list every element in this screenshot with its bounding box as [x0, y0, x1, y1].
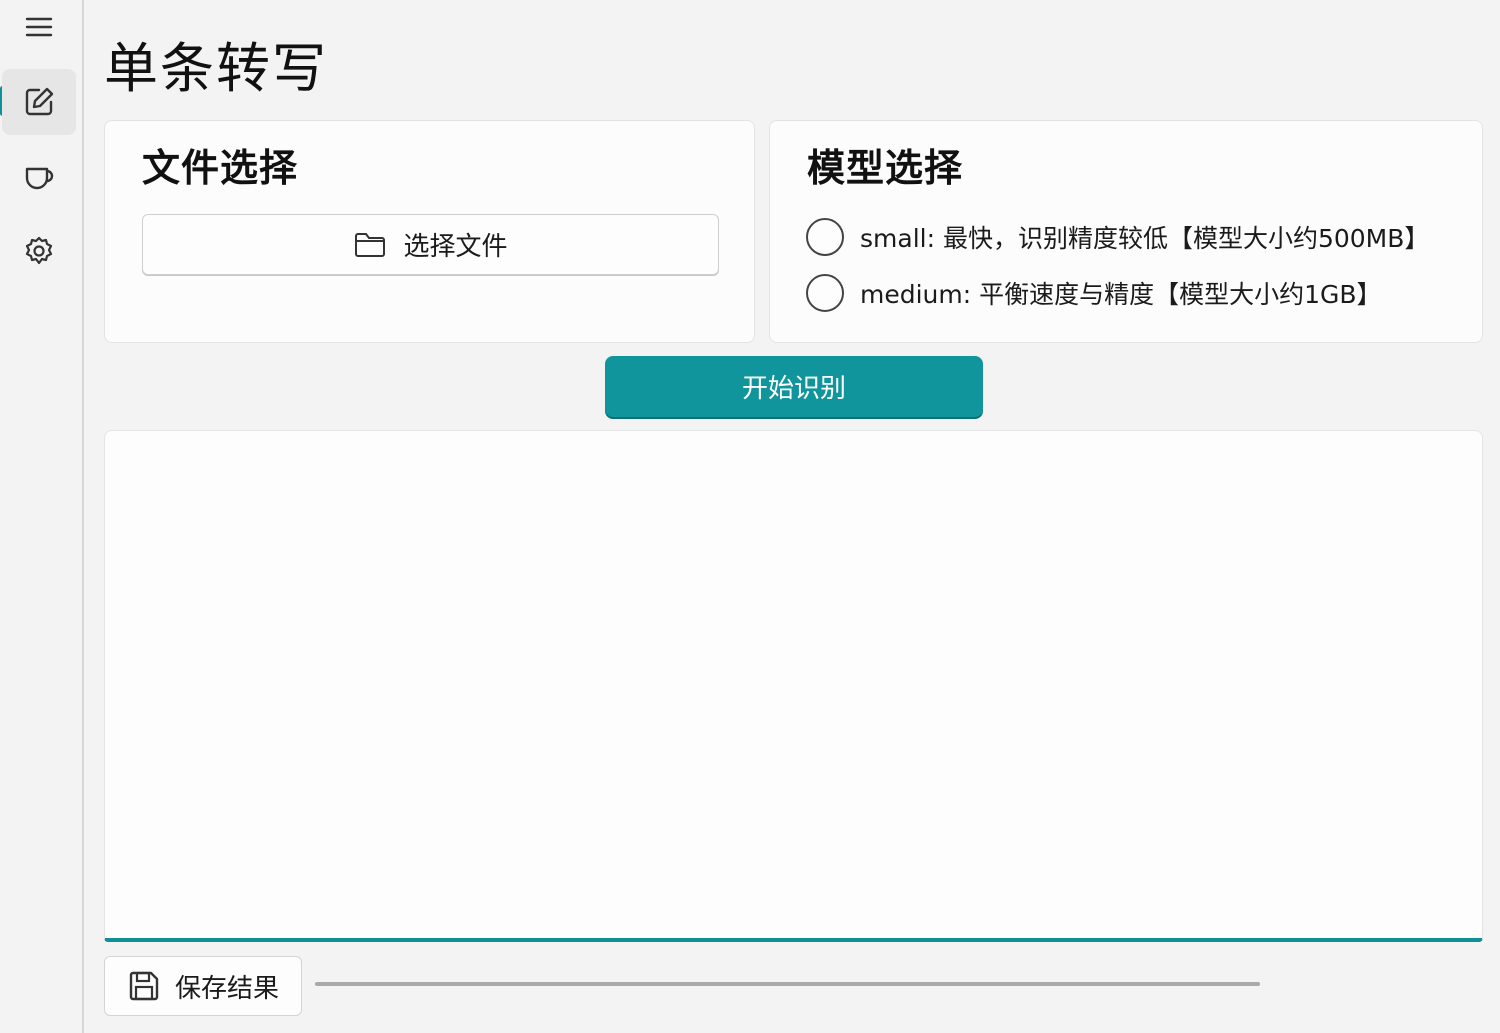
start-recognition-label: 开始识别	[741, 374, 846, 404]
model-option-small-label: small: 最快，识别精度较低【模型大小约500MB】	[860, 224, 1430, 253]
gear-icon	[25, 236, 53, 265]
radio-small[interactable]	[806, 218, 844, 256]
select-file-button[interactable]: 选择文件	[142, 214, 719, 275]
hamburger-menu-icon	[25, 17, 53, 37]
radio-medium[interactable]	[806, 274, 844, 312]
save-result-button[interactable]: 保存结果	[104, 956, 302, 1016]
coffee-cup-icon	[25, 167, 54, 190]
file-select-title: 文件选择	[142, 146, 299, 190]
result-text-area[interactable]	[104, 430, 1483, 942]
select-file-label: 选择文件	[403, 232, 508, 262]
model-option-medium[interactable]: medium: 平衡速度与精度【模型大小约1GB】	[806, 274, 1382, 312]
start-recognition-button[interactable]: 开始识别	[605, 356, 983, 417]
model-option-small[interactable]: small: 最快，识别精度较低【模型大小约500MB】	[806, 218, 1429, 256]
sidebar-item-settings[interactable]	[2, 219, 76, 285]
model-select-card: 模型选择 small: 最快，识别精度较低【模型大小约500MB】 medium…	[769, 120, 1483, 343]
page-title: 单条转写	[104, 37, 328, 100]
app-window: 单条转写 文件选择 选择文件 模型选择 small: 最快，识别精度较低【模型大…	[0, 0, 1500, 1033]
model-option-medium-label: medium: 平衡速度与精度【模型大小约1GB】	[860, 280, 1382, 309]
model-select-title: 模型选择	[807, 146, 964, 190]
sidebar-item-coffee[interactable]	[2, 144, 76, 210]
save-result-label: 保存结果	[174, 973, 279, 1004]
edit-icon	[25, 87, 54, 116]
progress-bar	[315, 982, 1260, 986]
sidebar-item-single-transcribe[interactable]	[2, 69, 76, 135]
file-select-card: 文件选择 选择文件	[104, 120, 755, 343]
sidebar	[0, 0, 84, 1033]
menu-toggle-button[interactable]	[2, 0, 76, 60]
folder-icon	[355, 232, 386, 257]
save-disk-icon	[129, 971, 159, 1001]
